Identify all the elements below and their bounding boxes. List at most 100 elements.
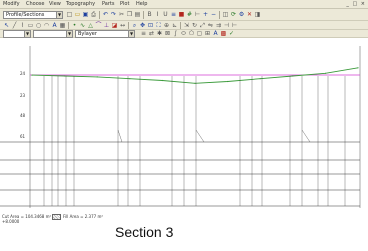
layers-icon[interactable]: ◫ — [222, 11, 229, 18]
menu-choose[interactable]: Choose — [26, 1, 44, 7]
window-controls[interactable]: _ □ × — [346, 1, 366, 7]
move-icon[interactable]: ⇲ — [183, 22, 190, 29]
undo-icon[interactable]: ↶ — [102, 11, 109, 18]
toolbar-standard: Profile/Sections ▼ □ ▭ ▣ ⎙ ↶ ↷ ✂ ❐ ▤ B I… — [0, 9, 368, 21]
hatch-icon[interactable]: ▦ — [59, 22, 66, 29]
pan-icon[interactable]: ✥ — [139, 22, 146, 29]
print-icon[interactable]: ⎙ — [90, 11, 97, 18]
fill-area-label: Fill Area = 2.377 m² — [63, 214, 103, 219]
zoom-icon[interactable]: ⌕ — [131, 22, 138, 29]
polygon-icon[interactable]: ⬠ — [188, 30, 195, 37]
menu-modify[interactable]: Modify — [3, 1, 20, 7]
ground-point — [227, 80, 229, 83]
color-dropdown[interactable]: ▼ — [3, 30, 31, 38]
offset-icon[interactable]: ⇉ — [215, 22, 222, 29]
chevron-down-icon[interactable]: ▼ — [66, 31, 72, 37]
ground-profile-line — [31, 67, 359, 84]
copy-icon[interactable]: ❐ — [126, 11, 133, 18]
text-icon[interactable]: A — [51, 22, 58, 29]
measure-icon[interactable]: ⊢ — [194, 11, 201, 18]
insert-icon[interactable]: ⊞ — [204, 30, 211, 37]
station-lines — [43, 76, 346, 206]
color-icon[interactable]: ■ — [178, 11, 185, 18]
zoom-extents-icon[interactable]: ⛶ — [155, 22, 162, 29]
section-title: Section 3 — [115, 224, 174, 240]
extend-icon[interactable]: ⊢ — [231, 22, 238, 29]
polyline-icon[interactable]: ⌇ — [19, 22, 26, 29]
grid-icon[interactable]: # — [186, 11, 193, 18]
fill-hatch-swatch — [52, 214, 61, 220]
block-icon[interactable]: ▢ — [196, 30, 203, 37]
lock-icon[interactable]: ⊠ — [164, 30, 171, 37]
drawing-canvas[interactable]: 24 23 48 61 Cut Area = 104.3468 m² +8.00… — [0, 38, 368, 251]
check-icon[interactable]: ✓ — [228, 30, 235, 37]
toolbar-separator — [143, 11, 144, 19]
freeze-icon[interactable]: ✱ — [156, 30, 163, 37]
menu-bar: Modify Choose View Topography Parts Plot… — [0, 0, 368, 9]
delete-icon[interactable]: ✕ — [246, 11, 253, 18]
ortho-icon[interactable]: ⊾ — [171, 22, 178, 29]
toolbar-separator — [128, 22, 129, 29]
paste-icon[interactable]: ▤ — [134, 11, 141, 18]
circle-icon[interactable]: ○ — [35, 22, 42, 29]
arc-icon[interactable]: ◠ — [43, 22, 50, 29]
save-icon[interactable]: ▣ — [82, 11, 89, 18]
leader-line — [301, 129, 311, 143]
volume-icon[interactable]: ◪ — [111, 22, 118, 29]
elevation-label: 24 — [20, 71, 26, 76]
zoom-out-icon[interactable]: − — [210, 11, 217, 18]
settings-icon[interactable]: ⚙ — [238, 11, 245, 18]
match-icon[interactable]: ⇄ — [148, 30, 155, 37]
ellipse-icon[interactable]: ⬭ — [180, 30, 187, 37]
cut-icon[interactable]: ✂ — [118, 11, 125, 18]
zoom-in-icon[interactable]: + — [202, 11, 209, 18]
chevron-down-icon[interactable]: ▼ — [24, 31, 30, 37]
menu-view[interactable]: View — [49, 1, 61, 7]
zoom-window-icon[interactable]: ⊡ — [147, 22, 154, 29]
bold-icon[interactable]: B — [146, 11, 153, 18]
profile-icon[interactable]: ⌒ — [95, 22, 102, 29]
trim-icon[interactable]: ⊣ — [223, 22, 230, 29]
mirror-icon[interactable]: ⇋ — [207, 22, 214, 29]
leader-line — [195, 129, 205, 143]
redo-icon[interactable]: ↷ — [110, 11, 117, 18]
open-icon[interactable]: ▭ — [74, 11, 81, 18]
menu-help[interactable]: Help — [136, 1, 147, 7]
menu-parts[interactable]: Parts — [102, 1, 114, 7]
spline-icon[interactable]: ∫ — [172, 30, 179, 37]
style-dropdown[interactable]: Bylayer ▼ — [75, 30, 135, 38]
point-icon[interactable]: • — [71, 22, 78, 29]
layer-dropdown[interactable]: Profile/Sections ▼ — [3, 11, 63, 19]
underline-icon[interactable]: U — [162, 11, 169, 18]
pointer-icon[interactable]: ↖ — [3, 22, 10, 29]
ground-profile — [31, 67, 359, 84]
dimension-icon[interactable]: ↔ — [119, 22, 126, 29]
ground-point — [259, 78, 261, 80]
menu-plot[interactable]: Plot — [120, 1, 129, 7]
line-weight-icon[interactable]: ≡ — [140, 30, 147, 37]
linetype-dropdown[interactable]: ▼ — [33, 30, 73, 38]
section-icon[interactable]: ⊥ — [103, 22, 110, 29]
properties-icon[interactable]: ◨ — [254, 11, 261, 18]
menu-topography[interactable]: Topography — [66, 1, 95, 7]
layer-dropdown-value: Profile/Sections — [6, 12, 45, 18]
new-icon[interactable]: □ — [66, 11, 73, 18]
elevation-label: 48 — [20, 113, 26, 118]
rectangle-icon[interactable]: ▭ — [27, 22, 34, 29]
rotate-icon[interactable]: ↻ — [191, 22, 198, 29]
italic-icon[interactable]: I — [154, 11, 161, 18]
line-icon[interactable]: ╱ — [11, 22, 18, 29]
erase-icon[interactable]: ▩ — [220, 30, 227, 37]
chevron-down-icon[interactable]: ▼ — [56, 12, 62, 18]
surface-icon[interactable]: △ — [87, 22, 94, 29]
contour-icon[interactable]: ∿ — [79, 22, 86, 29]
refresh-icon[interactable]: ⟳ — [230, 11, 237, 18]
text-style-icon[interactable]: A — [212, 30, 219, 37]
snap-icon[interactable]: ⊕ — [163, 22, 170, 29]
ground-point — [194, 82, 196, 84]
chevron-down-icon[interactable]: ▼ — [128, 31, 134, 37]
scale-icon[interactable]: ⤢ — [199, 22, 206, 29]
align-icon[interactable]: ≡ — [170, 11, 177, 18]
style-dropdown-value: Bylayer — [78, 31, 97, 37]
ground-point — [129, 78, 131, 80]
